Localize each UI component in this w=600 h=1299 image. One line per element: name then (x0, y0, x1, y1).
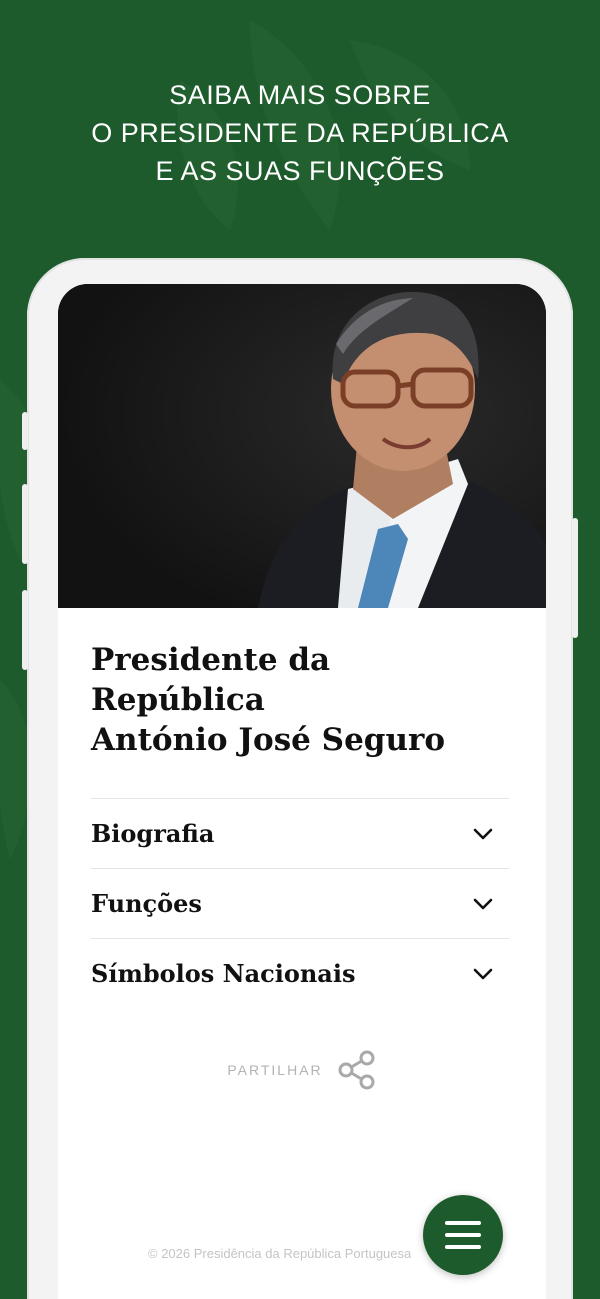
president-info: Presidente da República António José Seg… (91, 640, 509, 1008)
chevron-down-icon (473, 898, 493, 909)
share-label: PARTILHAR (227, 1062, 323, 1078)
share-icon (338, 1050, 375, 1090)
phone-volume-up-button (22, 484, 28, 564)
accordion-label: Biografia (91, 819, 215, 848)
chevron-down-icon (473, 828, 493, 839)
page-title-line-1: Presidente da República (91, 642, 331, 718)
app-screen: Presidente da República António José Seg… (58, 284, 546, 1299)
page-title-line-2: António José Seguro (91, 722, 446, 758)
hamburger-menu-icon (445, 1221, 481, 1249)
accordion-label: Símbolos Nacionais (91, 959, 356, 988)
promo-headline: SAIBA MAIS SOBRE O PRESIDENTE DA REPÚBLI… (0, 76, 600, 190)
president-portrait (58, 284, 546, 608)
page-title: Presidente da República António José Seg… (91, 640, 509, 760)
menu-button[interactable] (423, 1195, 503, 1275)
accordion-label: Funções (91, 889, 202, 918)
promo-headline-line-2: O PRESIDENTE DA REPÚBLICA (91, 118, 509, 148)
phone-volume-down-button (22, 590, 28, 670)
phone-side-button (22, 412, 28, 450)
phone-power-button (572, 518, 578, 638)
chevron-down-icon (473, 968, 493, 979)
accordion-item-simbolos-nacionais[interactable]: Símbolos Nacionais (91, 938, 509, 1008)
promo-headline-line-3: E AS SUAS FUNÇÕES (155, 156, 445, 186)
accordion-item-biografia[interactable]: Biografia (91, 798, 509, 868)
info-accordion: Biografia Funções Símbolos Nacionais (91, 798, 509, 1008)
share-button[interactable]: PARTILHAR (58, 1050, 546, 1090)
copyright-footer: © 2026 Presidência da República Portugue… (148, 1246, 412, 1261)
promo-headline-line-1: SAIBA MAIS SOBRE (169, 80, 431, 110)
accordion-item-funcoes[interactable]: Funções (91, 868, 509, 938)
